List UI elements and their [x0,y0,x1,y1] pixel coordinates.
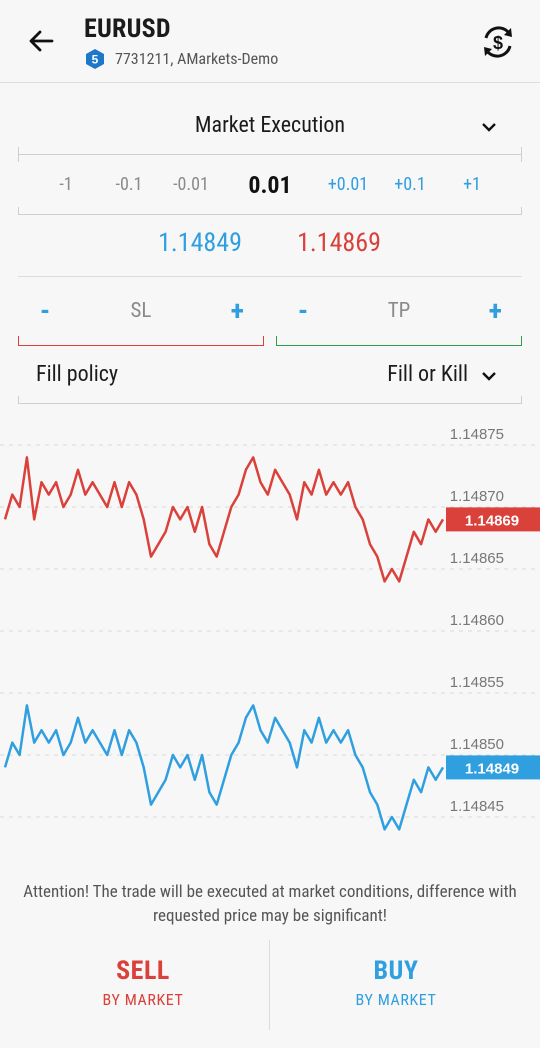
ask-price: 1.14869 [297,228,381,258]
y-tick-label: 1.14845 [450,798,504,815]
account-info: 7731211, AMarkets-Demo [115,49,279,68]
back-arrow-icon[interactable] [26,26,56,56]
volume-bottom-bracket [18,207,522,215]
chevron-down-icon [482,123,496,132]
ask-series-line [3,456,445,583]
market-notice: Attention! The trade will be executed at… [23,882,517,926]
volume-increase-0-1[interactable]: +0.1 [394,174,425,195]
fill-policy-value: Fill or Kill [387,362,468,387]
tp-plus-button[interactable]: + [489,294,502,327]
volume-decrease-0-1[interactable]: -0.1 [116,174,143,195]
tp-label[interactable]: TP [276,299,522,323]
account-badge-number: 5 [92,53,99,67]
sell-by-market-button[interactable]: SELL BY MARKET [18,956,268,1009]
volume-stepper: -1 -0.1 -0.01 0.01 +0.01 +0.1 +1 [18,154,522,215]
take-profit-field[interactable]: - TP + [276,288,522,346]
execution-type-select[interactable]: Market Execution [18,100,522,155]
bid-marker-label: 1.14849 [465,760,519,777]
execution-type-value: Market Execution [194,113,346,138]
svg-text:$: $ [493,33,503,53]
y-tick-label: 1.14875 [450,426,504,443]
tp-underline [276,336,522,346]
y-tick-label: 1.14850 [450,736,504,753]
y-tick-label: 1.14855 [450,674,504,691]
sell-sublabel: BY MARKET [102,990,184,1009]
fill-policy-select[interactable]: Fill policy Fill or Kill [18,356,522,406]
volume-increase-1[interactable]: +1 [463,174,481,195]
buy-sublabel: BY MARKET [355,990,437,1009]
currency-sync-icon[interactable]: $ [478,22,518,62]
sell-label: SELL [116,956,170,986]
volume-decrease-0-01[interactable]: -0.01 [173,174,209,195]
trade-actions: SELL BY MARKET BUY BY MARKET [0,940,540,1030]
ask-marker-label: 1.14869 [465,512,519,529]
buy-by-market-button[interactable]: BUY BY MARKET [271,956,521,1009]
volume-decrease-1[interactable]: -1 [59,174,72,195]
actions-divider [269,940,270,1030]
volume-top-bracket [18,154,522,162]
prices-divider [18,276,522,277]
sl-plus-button[interactable]: + [231,294,244,327]
tick-chart: 1.14875 1.14870 1.14865 1.14860 1.14855 1.148… [0,426,540,831]
symbol-title: EURUSD [84,14,171,44]
sl-label[interactable]: SL [18,299,264,323]
y-tick-label: 1.14860 [450,612,504,629]
volume-value[interactable]: 0.01 [248,171,291,199]
bid-price: 1.14849 [158,228,242,258]
fill-policy-label: Fill policy [36,362,119,387]
top-bar: EURUSD 5 7731211, AMarkets-Demo $ [0,0,540,83]
buy-label: BUY [373,956,419,986]
y-tick-label: 1.14870 [450,488,504,505]
sl-underline [18,336,264,346]
stop-loss-field[interactable]: - SL + [18,288,264,346]
fill-policy-underline [18,396,522,404]
bid-series-line [3,704,445,831]
account-hexagon-icon: 5 [86,49,104,69]
volume-increase-0-01[interactable]: +0.01 [328,174,368,195]
y-tick-label: 1.14865 [450,550,504,567]
chevron-down-icon [482,372,496,381]
quote-prices: 1.14849 1.14869 [0,228,540,268]
